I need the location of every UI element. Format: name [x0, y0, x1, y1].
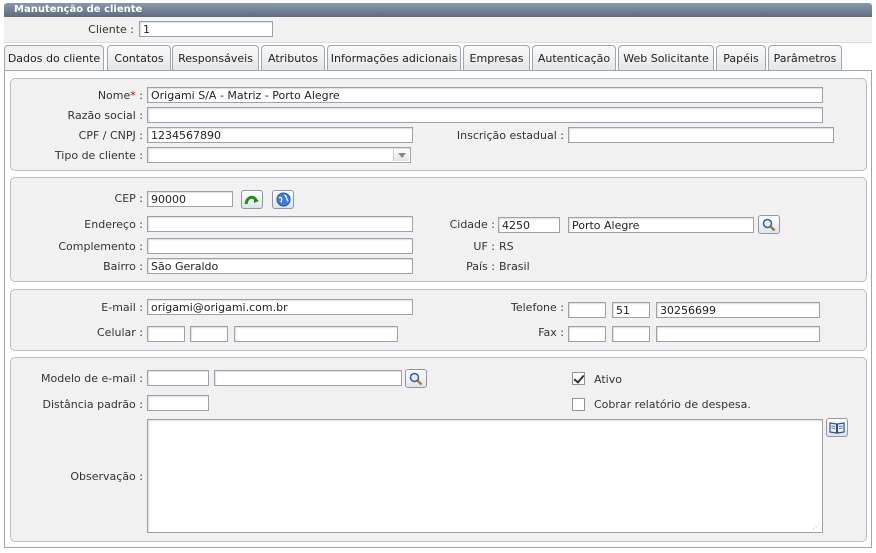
modelo-email-name-input[interactable]: [214, 370, 402, 386]
distancia-padrao-label: Distância padrão :: [42, 398, 143, 411]
window-title: Manutenção de cliente: [14, 4, 143, 15]
tab-atributos[interactable]: Atributos: [261, 45, 325, 70]
uf-value: RS: [499, 240, 514, 253]
inscricao-estadual-label: Inscrição estadual :: [456, 129, 564, 142]
cep-label: CEP :: [114, 192, 143, 205]
telefone-number-input[interactable]: [656, 302, 820, 318]
cep-input[interactable]: [147, 191, 233, 207]
nome-label: Nome* :: [97, 89, 143, 102]
cidade-name-input[interactable]: [568, 217, 754, 233]
ativo-label: Ativo: [594, 373, 622, 386]
celular-label: Celular :: [97, 326, 143, 339]
telefone-ddd-input[interactable]: [612, 302, 650, 318]
window-titlebar: Manutenção de cliente: [4, 3, 872, 17]
tab-empresas[interactable]: Empresas: [463, 45, 530, 70]
inscricao-estadual-input[interactable]: [568, 127, 834, 143]
tab-contatos[interactable]: Contatos: [107, 45, 171, 70]
email-input[interactable]: [147, 299, 413, 315]
pais-value: Brasil: [499, 260, 530, 273]
required-asterisk: *: [130, 89, 136, 102]
uf-label: UF :: [473, 240, 495, 253]
resize-grip-icon[interactable]: ⋰: [812, 522, 820, 531]
cpf-cnpj-label: CPF / CNPJ :: [78, 129, 143, 142]
celular-number-input[interactable]: [234, 326, 398, 342]
celular-ddd-input[interactable]: [190, 326, 228, 342]
ativo-checkbox[interactable]: [572, 372, 585, 385]
cidade-code-input[interactable]: [498, 217, 560, 233]
telefone-label: Telefone :: [511, 301, 564, 314]
cpf-cnpj-input[interactable]: [147, 127, 413, 143]
cep-search-button[interactable]: [241, 190, 263, 209]
razao-social-label: Razão social :: [67, 109, 143, 122]
endereco-input[interactable]: [147, 216, 413, 232]
cobrar-relatorio-label: Cobrar relatório de despesa.: [594, 398, 751, 411]
tipo-cliente-label: Tipo de cliente :: [54, 149, 143, 162]
tipo-cliente-select[interactable]: [147, 147, 411, 163]
tab-responsaveis[interactable]: Responsáveis: [172, 45, 259, 70]
green-arrow-icon: [244, 195, 259, 204]
tab-informacoes-adicionais[interactable]: Informações adicionais: [327, 45, 461, 70]
tab-bar: Dados do cliente Contatos Responsáveis A…: [4, 45, 872, 72]
cliente-input[interactable]: [139, 21, 273, 37]
cidade-label: Cidade :: [449, 218, 495, 231]
modelo-email-code-input[interactable]: [147, 370, 209, 386]
email-label: E-mail :: [101, 301, 143, 314]
fax-label: Fax :: [538, 326, 564, 339]
celular-country-input[interactable]: [147, 326, 185, 342]
header-bar: Cliente :: [4, 17, 872, 43]
bairro-label: Bairro :: [103, 260, 143, 273]
pais-label: País :: [466, 260, 495, 273]
observacao-label: Observação :: [70, 470, 143, 483]
fax-number-input[interactable]: [656, 326, 820, 342]
tab-dados-do-cliente[interactable]: Dados do cliente: [4, 45, 104, 72]
cobrar-relatorio-checkbox[interactable]: [572, 398, 585, 411]
telefone-country-input[interactable]: [568, 302, 606, 318]
endereco-label: Endereço :: [84, 218, 143, 231]
magnifier-icon: [409, 372, 423, 385]
complemento-label: Complemento :: [58, 240, 143, 253]
tab-parametros[interactable]: Parâmetros: [768, 45, 842, 70]
tab-papeis[interactable]: Papéis: [716, 45, 766, 70]
tab-web-solicitante[interactable]: Web Solicitante: [618, 45, 714, 70]
observacao-textarea[interactable]: ⋰: [147, 419, 823, 533]
fax-country-input[interactable]: [568, 326, 606, 342]
fax-ddd-input[interactable]: [612, 326, 650, 342]
observacao-book-button[interactable]: [826, 418, 848, 437]
cep-web-button[interactable]: [272, 190, 294, 209]
tab-autenticacao[interactable]: Autenticação: [532, 45, 616, 70]
nome-input[interactable]: [147, 87, 823, 103]
distancia-padrao-input[interactable]: [147, 395, 209, 411]
chevron-down-icon: [393, 149, 409, 161]
razao-social-input[interactable]: [147, 107, 823, 123]
modelo-email-search-button[interactable]: [405, 369, 427, 388]
cidade-search-button[interactable]: [758, 215, 780, 234]
book-icon: [829, 422, 845, 434]
modelo-email-label: Modelo de e-mail :: [40, 372, 143, 385]
bairro-input[interactable]: [147, 258, 413, 274]
complemento-input[interactable]: [147, 238, 413, 254]
magnifier-icon: [762, 218, 776, 231]
cliente-label: Cliente :: [88, 23, 134, 36]
globe-icon: [275, 192, 291, 207]
